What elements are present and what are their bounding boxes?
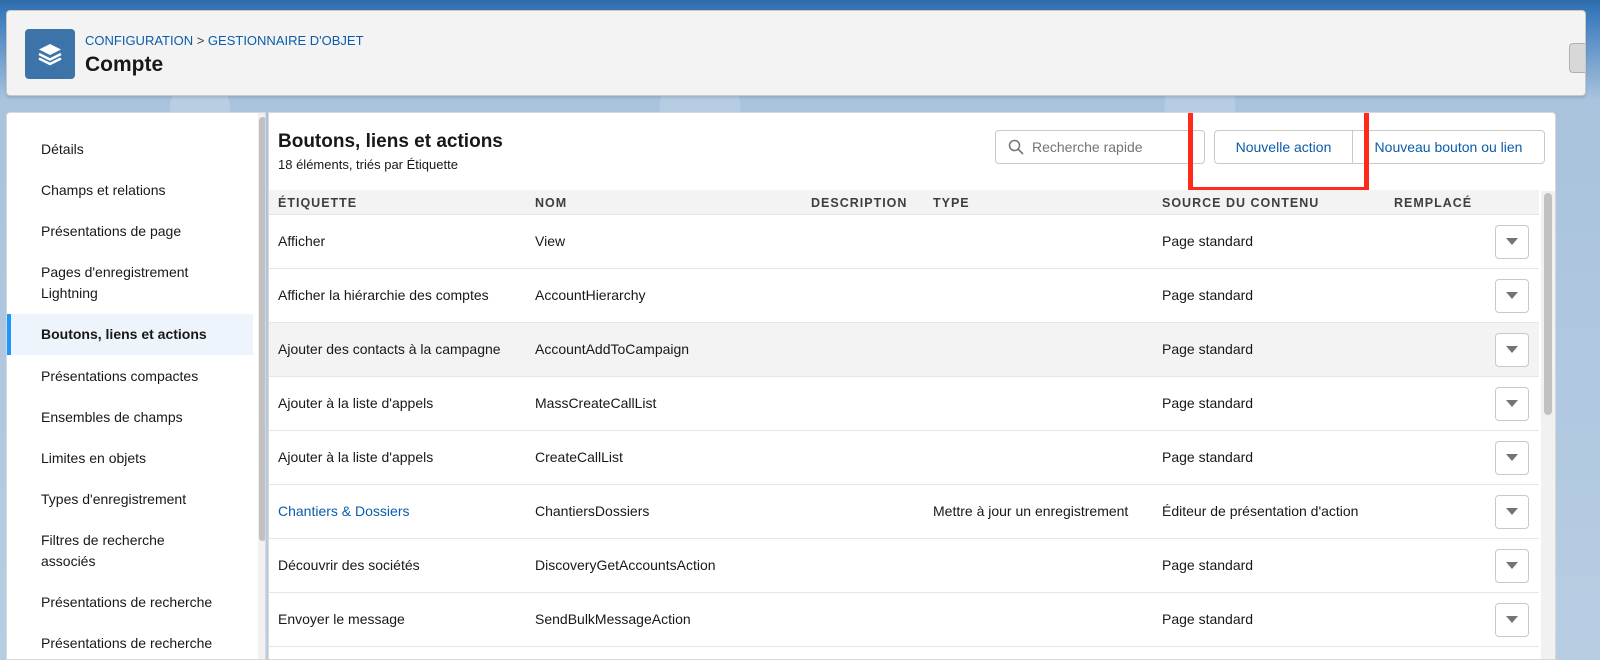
cell-name: SendBulkMessageAction bbox=[535, 611, 691, 627]
chevron-down-icon bbox=[1506, 238, 1518, 245]
cell-label: Envoyer le message bbox=[278, 611, 405, 627]
item-count: 18 éléments, triés par Étiquette bbox=[278, 157, 458, 172]
cell-name: AccountHierarchy bbox=[535, 287, 646, 303]
table-header: Étiquette Nom Description Type Source du… bbox=[269, 190, 1539, 215]
sidebar-item-compact-layouts[interactable]: Présentations compactes bbox=[7, 366, 253, 387]
table-row: Ajouter à la liste d'appels CreateCallLi… bbox=[269, 431, 1539, 485]
column-header-description[interactable]: Description bbox=[811, 196, 907, 210]
sidebar-item-search-layouts-2[interactable]: Présentations de recherche bbox=[7, 633, 253, 654]
chevron-down-icon bbox=[1506, 508, 1518, 515]
chevron-down-icon bbox=[1506, 346, 1518, 353]
main-panel: Boutons, liens et actions 18 éléments, t… bbox=[268, 112, 1556, 660]
cell-label: Afficher la hiérarchie des comptes bbox=[278, 287, 489, 303]
sidebar-scrollbar-thumb[interactable] bbox=[259, 117, 265, 541]
cell-name: CreateCallList bbox=[535, 449, 623, 465]
row-actions-button[interactable] bbox=[1495, 603, 1529, 637]
cell-label: Ajouter des contacts à la campagne bbox=[278, 341, 501, 357]
table-row: Ajouter des contacts à la campagne Accou… bbox=[269, 323, 1539, 377]
breadcrumb-configuration[interactable]: CONFIGURATION bbox=[85, 33, 193, 48]
row-actions-button[interactable] bbox=[1495, 441, 1529, 475]
new-button-or-link-button[interactable]: Nouveau bouton ou lien bbox=[1352, 130, 1545, 164]
cell-name: DiscoveryGetAccountsAction bbox=[535, 557, 716, 573]
page-title: Compte bbox=[85, 53, 164, 76]
cell-source: Page standard bbox=[1162, 611, 1254, 627]
object-header: CONFIGURATION > GESTIONNAIRE D'OBJET Com… bbox=[6, 10, 1586, 96]
sidebar-item-object-limits[interactable]: Limites en objets bbox=[7, 448, 253, 469]
cell-source: Page standard bbox=[1162, 557, 1254, 573]
table-row: Envoyer le message SendBulkMessageAction… bbox=[269, 593, 1539, 647]
sidebar-item-search-layouts[interactable]: Présentations de recherche bbox=[7, 592, 253, 613]
sidebar-item-related-lookup-filters[interactable]: Filtres de recherche associés bbox=[7, 530, 217, 572]
layers-icon bbox=[25, 29, 75, 79]
sidebar-item-lightning-record-pages[interactable]: Pages d'enregistrement Lightning bbox=[7, 262, 237, 304]
breadcrumb-separator: > bbox=[193, 33, 208, 48]
sidebar-item-page-layouts[interactable]: Présentations de page bbox=[7, 221, 253, 242]
cell-type: Mettre à jour un enregistrement bbox=[933, 503, 1129, 519]
table-scrollbar[interactable] bbox=[1541, 191, 1555, 659]
row-actions-button[interactable] bbox=[1495, 549, 1529, 583]
table-row: Ajouter à la liste d'appels MassCreateCa… bbox=[269, 377, 1539, 431]
table-row: Afficher la hiérarchie des comptes Accou… bbox=[269, 269, 1539, 323]
cell-name: ChantiersDossiers bbox=[535, 503, 650, 519]
column-header-type[interactable]: Type bbox=[933, 196, 970, 210]
row-actions-button[interactable] bbox=[1495, 495, 1529, 529]
breadcrumb-object-manager[interactable]: GESTIONNAIRE D'OBJET bbox=[208, 33, 364, 48]
cell-label: Découvrir des sociétés bbox=[278, 557, 420, 573]
row-actions-button[interactable] bbox=[1495, 279, 1529, 313]
breadcrumb: CONFIGURATION > GESTIONNAIRE D'OBJET bbox=[85, 33, 364, 48]
cell-label: Afficher bbox=[278, 233, 326, 249]
cell-source: Page standard bbox=[1162, 395, 1254, 411]
quick-search[interactable] bbox=[995, 130, 1205, 164]
sidebar-item-buttons-links-actions[interactable]: Boutons, liens et actions bbox=[7, 314, 253, 355]
sidebar-item-record-types[interactable]: Types d'enregistrement bbox=[7, 489, 253, 510]
row-actions-button[interactable] bbox=[1495, 225, 1529, 259]
row-actions-button[interactable] bbox=[1495, 387, 1529, 421]
cell-label-link[interactable]: Chantiers & Dossiers bbox=[278, 503, 410, 519]
column-header-content-source[interactable]: Source du contenu bbox=[1162, 196, 1319, 210]
chevron-down-icon bbox=[1506, 616, 1518, 623]
chevron-down-icon bbox=[1506, 292, 1518, 299]
section-title: Boutons, liens et actions bbox=[278, 131, 503, 152]
table-row: Découvrir des sociétés DiscoveryGetAccou… bbox=[269, 539, 1539, 593]
row-actions-button[interactable] bbox=[1495, 333, 1529, 367]
chevron-down-icon bbox=[1506, 454, 1518, 461]
cell-source: Éditeur de présentation d'action bbox=[1162, 503, 1359, 519]
sidebar-item-details[interactable]: Détails bbox=[7, 139, 253, 160]
cell-source: Page standard bbox=[1162, 287, 1254, 303]
cell-name: MassCreateCallList bbox=[535, 395, 657, 411]
table-row: Afficher View Page standard bbox=[269, 215, 1539, 269]
search-input[interactable] bbox=[1032, 139, 1192, 155]
chevron-down-icon bbox=[1506, 562, 1518, 569]
cell-name: AccountAddToCampaign bbox=[535, 341, 690, 357]
sidebar-scrollbar[interactable] bbox=[258, 113, 265, 659]
sidebar: Détails Champs et relations Présentation… bbox=[6, 112, 266, 660]
chevron-down-icon bbox=[1506, 400, 1518, 407]
cell-label: Ajouter à la liste d'appels bbox=[278, 449, 434, 465]
table-row: Chantiers & Dossiers ChantiersDossiers M… bbox=[269, 485, 1539, 539]
sidebar-item-fields-relationships[interactable]: Champs et relations bbox=[7, 180, 253, 201]
column-header-label[interactable]: Étiquette bbox=[278, 196, 357, 210]
column-header-name[interactable]: Nom bbox=[535, 196, 567, 210]
new-action-button[interactable]: Nouvelle action bbox=[1214, 130, 1353, 164]
table-scrollbar-thumb[interactable] bbox=[1544, 193, 1552, 415]
column-header-overridden[interactable]: Remplacé bbox=[1394, 196, 1472, 210]
search-icon bbox=[1008, 139, 1024, 155]
side-panel-handle[interactable] bbox=[1569, 43, 1585, 73]
cell-source: Page standard bbox=[1162, 233, 1254, 249]
cell-source: Page standard bbox=[1162, 341, 1254, 357]
cell-label: Ajouter à la liste d'appels bbox=[278, 395, 434, 411]
sidebar-item-field-sets[interactable]: Ensembles de champs bbox=[7, 407, 253, 428]
cell-name: View bbox=[535, 233, 566, 249]
cell-source: Page standard bbox=[1162, 449, 1254, 465]
